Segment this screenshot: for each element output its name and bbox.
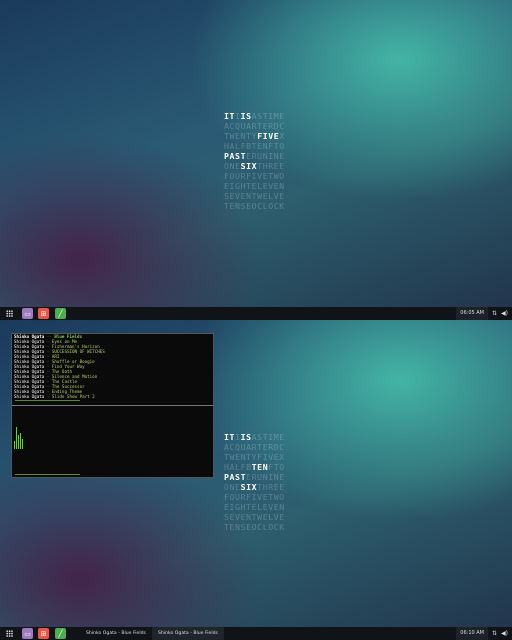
playlist-track[interactable]: Shinko Ogata - Slide Show Part 2 [12, 394, 213, 399]
clock-row: ITIISASTIME [224, 432, 285, 442]
volume-icon[interactable]: ◀) [501, 630, 508, 637]
clock-row: FOURFIVETWO [224, 171, 285, 181]
clock-row: EIGHTELEVEN [224, 181, 285, 191]
volume-icon[interactable]: ◀) [501, 310, 508, 317]
clock-row: PASTERUNINE [224, 151, 285, 161]
visualizer-progress [15, 474, 80, 475]
clock-row: ITIISASTIME [224, 111, 285, 121]
terminal-window[interactable]: Shinko Ogata -- Blue Fields Shinko Ogata… [11, 333, 214, 478]
desktop-bottom: Shinko Ogata -- Blue Fields Shinko Ogata… [0, 320, 512, 640]
clock-row: HALFBTENFTO [224, 462, 285, 472]
network-icon[interactable]: ⇅ [492, 310, 497, 317]
clock-row: ONESIXTHREE [224, 161, 285, 171]
taskbar-window-button[interactable]: Shinko Ogata - Blue Fields [80, 627, 152, 640]
clock-time[interactable]: 06:10 AM [456, 627, 488, 640]
taskbar: ▭ ⊞ ╱ Shinko Ogata - Blue Fields Shinko … [0, 627, 512, 640]
clock-row: FOURFIVETWO [224, 492, 285, 502]
desktop-top: ITIISASTIME ACQUARTERDC TWENTYFIVEX HALF… [0, 0, 512, 320]
clock-row: SEVENTWELVE [224, 512, 285, 522]
clock-row: TENSEOCLOCK [224, 201, 285, 211]
taskbar-window-button-active[interactable]: Shinko Ogata - Blue Fields [152, 627, 224, 640]
visualizer-bar [22, 439, 24, 449]
clock-row: HALFBTENFTO [224, 141, 285, 151]
word-clock: ITIISASTIME ACQUARTERDC TWENTYFIVEX HALF… [224, 111, 290, 211]
system-tray: 06:05 AM ⇅ ◀) [456, 307, 512, 320]
app-grid-icon[interactable] [4, 628, 15, 639]
clock-row: EIGHTELEVEN [224, 502, 285, 512]
word-clock: ITIISASTIME ACQUARTERDC TWENTYFIVEX HALF… [224, 432, 290, 532]
book-icon[interactable]: ⊞ [38, 628, 49, 639]
system-tray: 06:10 AM ⇅ ◀) [456, 627, 512, 640]
visualizer-pane [12, 406, 213, 477]
clock-row: ACQUARTERDC [224, 442, 285, 452]
clock-row: TENSEOCLOCK [224, 522, 285, 532]
clock-row: TWENTYFIVEX [224, 452, 285, 462]
files-icon[interactable]: ▭ [22, 628, 33, 639]
clock-row: ACQUARTERDC [224, 121, 285, 131]
pen-icon[interactable]: ╱ [55, 308, 66, 319]
playlist-pane[interactable]: Shinko Ogata -- Blue Fields Shinko Ogata… [12, 334, 213, 406]
book-icon[interactable]: ⊞ [38, 308, 49, 319]
clock-row: PASTERUNINE [224, 472, 285, 482]
files-icon[interactable]: ▭ [22, 308, 33, 319]
clock-row: ONESIXTHREE [224, 482, 285, 492]
pen-icon[interactable]: ╱ [55, 628, 66, 639]
clock-row: SEVENTWELVE [224, 191, 285, 201]
app-grid-icon[interactable] [4, 308, 15, 319]
clock-time[interactable]: 06:05 AM [456, 307, 488, 320]
network-icon[interactable]: ⇅ [492, 630, 497, 637]
clock-row: TWENTYFIVEX [224, 131, 285, 141]
taskbar: ▭ ⊞ ╱ 06:05 AM ⇅ ◀) [0, 307, 512, 320]
playlist-progress [15, 400, 80, 401]
